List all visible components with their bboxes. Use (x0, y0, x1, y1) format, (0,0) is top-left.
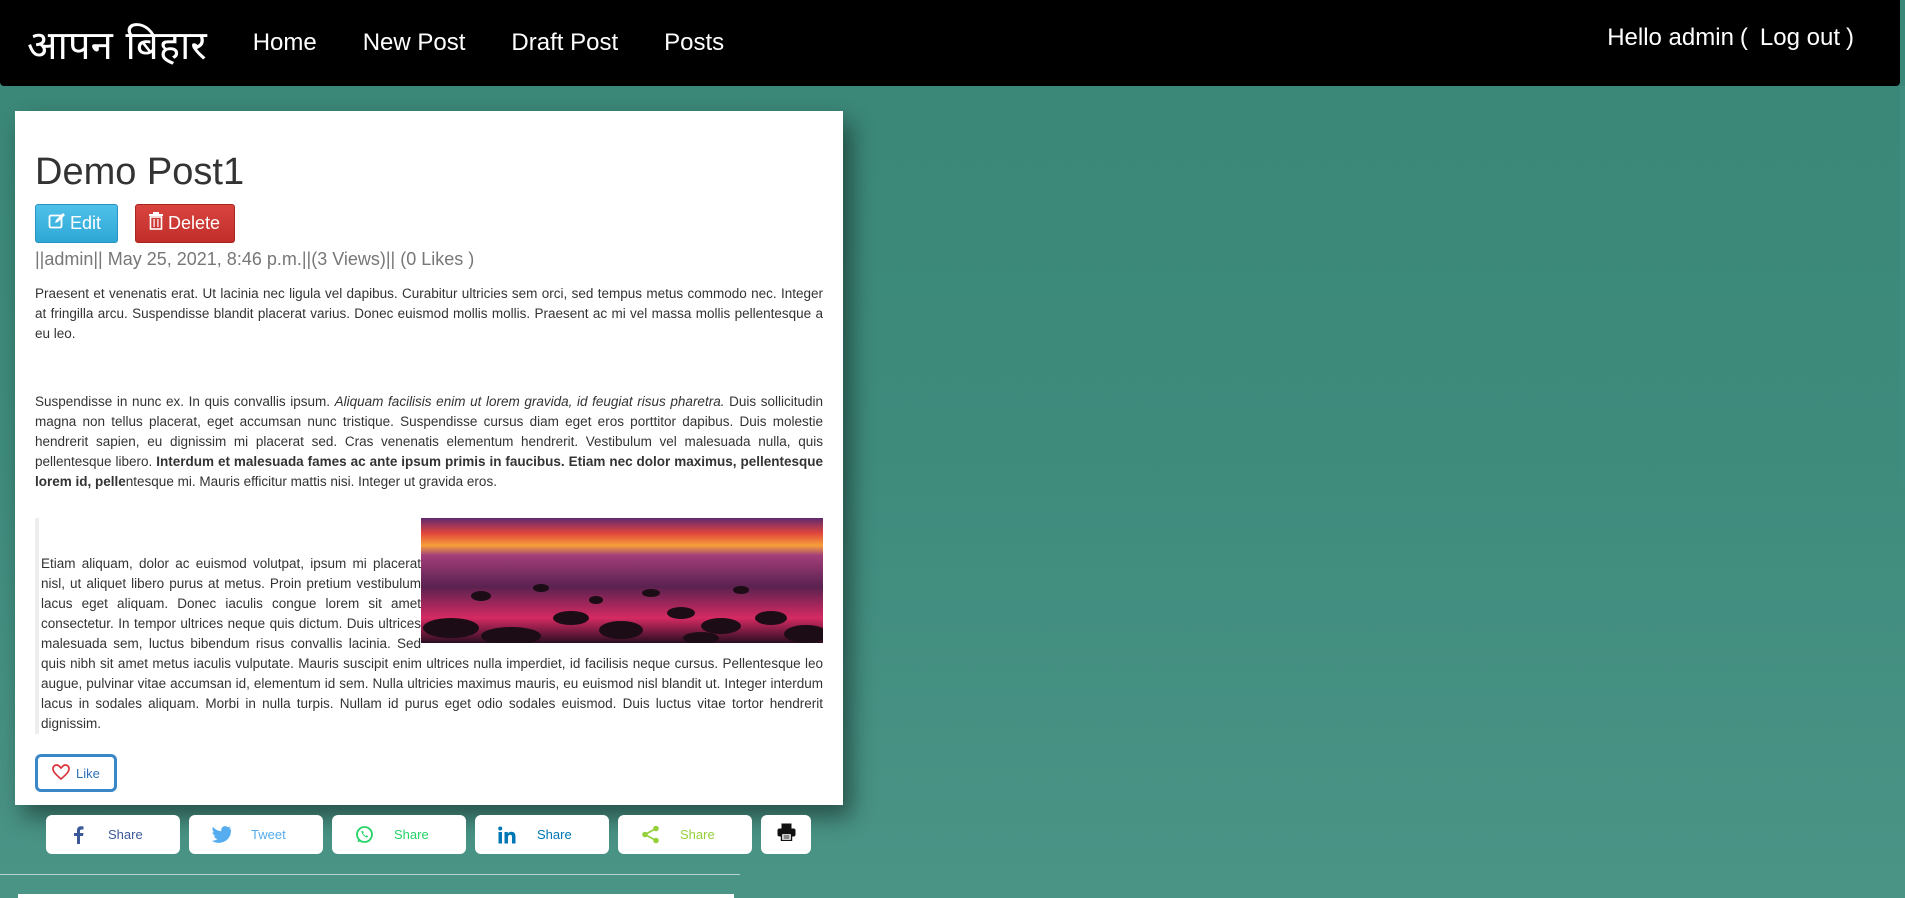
facebook-share-label: Share (108, 827, 143, 842)
nav-new-post-link[interactable]: New Post (363, 29, 466, 57)
open-paren: ( (1739, 24, 1748, 51)
next-card-edge (18, 894, 734, 898)
paragraph-2-italic: Aliquam facilisis enim ut lorem gravida,… (334, 394, 725, 409)
linkedin-share-label: Share (537, 827, 572, 842)
close-paren: ) (1846, 24, 1854, 51)
post-paragraph-2: Suspendisse in nunc ex. In quis convalli… (35, 392, 823, 492)
post-actions: Edit Delete (35, 204, 823, 243)
facebook-icon (68, 825, 88, 844)
paragraph-2-text-a: Suspendisse in nunc ex. In quis convalli… (35, 394, 335, 409)
edit-icon (48, 212, 66, 235)
sunset-rocks-image (421, 518, 823, 643)
edit-button[interactable]: Edit (35, 204, 118, 243)
print-button[interactable] (761, 815, 811, 854)
post-card: Demo Post1 Edit Delete ||admin|| May 25,… (15, 111, 843, 805)
like-label: Like (76, 765, 100, 781)
linkedin-share-button[interactable]: Share (475, 815, 609, 854)
user-area: Hello admin ( Log out ) (1607, 24, 1860, 52)
post-meta: ||admin|| May 25, 2021, 8:46 p.m.||(3 Vi… (35, 249, 475, 269)
post-title: Demo Post1 (35, 151, 245, 193)
paragraph-2-text-c: ntesque mi. Mauris efficitur mattis nisi… (125, 474, 497, 489)
share-bar: Share Tweet Share Share Share (46, 815, 811, 854)
nav-draft-post-link[interactable]: Draft Post (511, 29, 618, 57)
whatsapp-icon (354, 825, 374, 844)
nav-posts-link[interactable]: Posts (664, 29, 724, 57)
whatsapp-share-button[interactable]: Share (332, 815, 466, 854)
edit-label: Edit (70, 213, 102, 233)
trash-icon (148, 212, 164, 235)
twitter-icon (211, 826, 231, 843)
linkedin-icon (497, 826, 517, 844)
post-paragraph-1: Praesent et venenatis erat. Ut lacinia n… (35, 286, 823, 341)
generic-share-label: Share (680, 827, 715, 842)
share-icon (640, 825, 660, 844)
logout-link[interactable]: Log out (1760, 24, 1840, 52)
facebook-share-button[interactable]: Share (46, 815, 180, 854)
generic-share-button[interactable]: Share (618, 815, 752, 854)
heart-icon (52, 763, 70, 783)
whatsapp-share-label: Share (394, 827, 429, 842)
page-scrollbar[interactable] (1900, 86, 1905, 486)
divider (0, 874, 740, 875)
printer-icon (777, 823, 796, 846)
user-greeting: Hello admin (1607, 24, 1734, 51)
twitter-share-label: Tweet (251, 827, 286, 842)
top-navbar: आपन बिहार Home New Post Draft Post Posts… (0, 0, 1900, 86)
twitter-share-button[interactable]: Tweet (189, 815, 323, 854)
nav-home-link[interactable]: Home (253, 29, 317, 57)
like-button[interactable]: Like (35, 754, 117, 792)
delete-label: Delete (168, 213, 221, 233)
site-brand[interactable]: आपन बिहार (27, 16, 207, 71)
post-blockquote: Etiam aliquam, dolor ac euismod volutpat… (35, 518, 823, 734)
delete-button[interactable]: Delete (135, 204, 235, 243)
